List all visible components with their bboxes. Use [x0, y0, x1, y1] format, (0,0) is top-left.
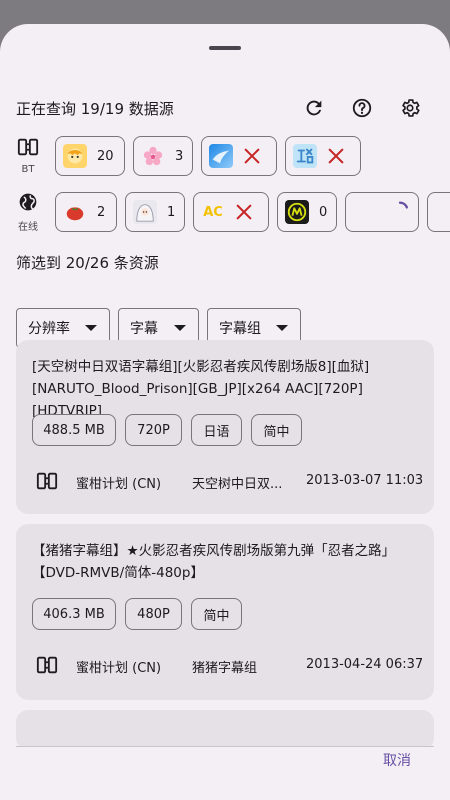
source-count: 20 [97, 148, 114, 164]
result-source: 蜜柑计划 (CN) [76, 477, 162, 492]
source-count: 2 [97, 204, 106, 220]
result-group: 天空树中日双... [192, 477, 283, 492]
source-chip-ac[interactable]: AC [193, 192, 269, 232]
bt-icon [36, 654, 58, 680]
query-status-text: 正在查询 19/19 数据源 [16, 100, 174, 118]
result-card[interactable]: 【猪猪字幕组】★火影忍者疾风传剧场版第九弹「忍者之路」【DVD-RMVB/简体-… [16, 524, 434, 700]
dropdown-label: 字幕 [130, 321, 158, 337]
size-tag: 406.3 MB [32, 598, 116, 630]
filter-summary: 筛选到 20/26 条资源 [16, 254, 159, 272]
result-title: [天空树中日双语字幕组][火影忍者疾风传剧场版8][血狱][NARUTO_Blo… [32, 359, 370, 419]
globe-icon [18, 192, 38, 216]
anime-girl-logo [63, 144, 87, 168]
bottom-sheet: 正在查询 19/19 数据源 BT 20 3 在线 2 1 AC 0 筛选到 2… [0, 24, 450, 800]
subtitle-tag: 简中 [251, 414, 302, 446]
refresh-icon[interactable] [302, 96, 326, 120]
online-label: 在线 [18, 222, 38, 233]
source-chip-loading[interactable] [345, 192, 419, 232]
white-hair-girl-logo [133, 200, 157, 224]
failed-icon [327, 147, 345, 165]
loading-spinner-icon [389, 199, 411, 225]
source-count: 3 [175, 148, 184, 164]
result-source: 蜜柑计划 (CN) [76, 661, 162, 676]
sakura-logo [141, 144, 165, 168]
failed-icon [243, 147, 261, 165]
source-count: 1 [167, 204, 176, 220]
yellow-m-logo [285, 200, 309, 224]
blue-wave-logo [209, 144, 233, 168]
source-chip-white-hair-girl[interactable]: 1 [125, 192, 185, 232]
blue-glyph-logo [293, 144, 317, 168]
gear-icon[interactable] [398, 96, 422, 120]
result-date: 2013-03-07 11:03 [306, 473, 424, 488]
dropdown-label: 字幕组 [219, 321, 261, 337]
status-row: 正在查询 19/19 数据源 [16, 96, 434, 120]
help-icon[interactable] [350, 96, 374, 120]
language-tag: 日语 [191, 414, 242, 446]
dropdown-arrow-icon [276, 325, 288, 331]
bt-icon [17, 136, 39, 162]
source-chip-blue-wave[interactable] [201, 136, 277, 176]
source-chip-sakura[interactable]: 3 [133, 136, 193, 176]
drag-handle[interactable] [209, 46, 241, 50]
bt-label: BT [21, 164, 35, 175]
source-chip-partial[interactable] [427, 192, 450, 232]
source-count: 0 [319, 204, 328, 220]
bt-row-label: BT [12, 136, 44, 175]
online-row-label: 在线 [12, 192, 44, 233]
resolution-tag: 480P [125, 598, 182, 630]
tomato-logo [63, 200, 87, 224]
subtitle-tag: 简中 [191, 598, 242, 630]
source-chip-anime-girl[interactable]: 20 [55, 136, 125, 176]
result-group: 猪猪字幕组 [192, 661, 258, 676]
bt-icon [36, 470, 58, 496]
dropdown-arrow-icon [174, 325, 186, 331]
source-chip-tomato[interactable]: 2 [55, 192, 117, 232]
dropdown-arrow-icon [85, 325, 97, 331]
result-date: 2013-04-24 06:37 [306, 657, 424, 672]
failed-icon [235, 203, 253, 221]
source-chip-yellow-m[interactable]: 0 [277, 192, 337, 232]
resolution-tag: 720P [125, 414, 182, 446]
cancel-button[interactable]: 取消 [372, 744, 422, 776]
ac-logo: AC [203, 204, 223, 220]
source-chip-blue-glyph[interactable] [285, 136, 361, 176]
size-tag: 488.5 MB [32, 414, 116, 446]
result-card[interactable]: [天空树中日双语字幕组][火影忍者疾风传剧场版8][血狱][NARUTO_Blo… [16, 340, 434, 514]
result-title: 【猪猪字幕组】★火影忍者疾风传剧场版第九弹「忍者之路」【DVD-RMVB/简体-… [32, 543, 396, 581]
dropdown-label: 分辨率 [28, 321, 70, 337]
